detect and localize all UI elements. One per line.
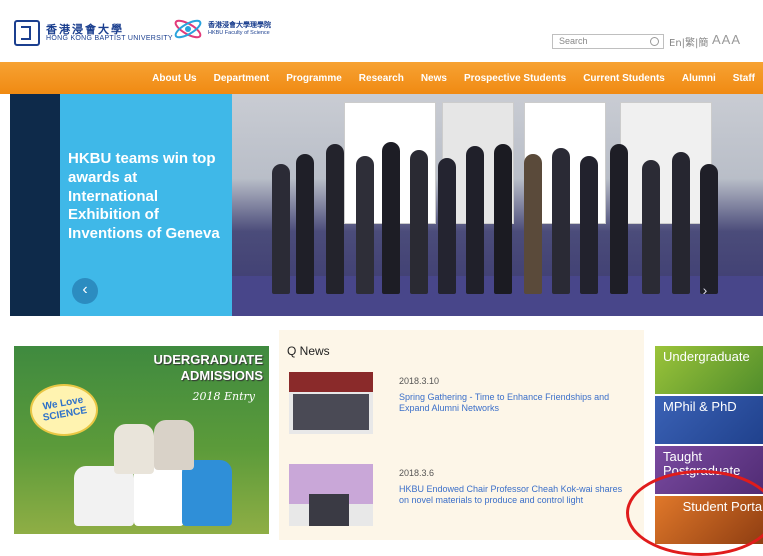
news-item[interactable]: 2018.3.10 Spring Gathering - Time to Enh…	[289, 372, 634, 436]
nav-research[interactable]: Research	[359, 73, 404, 84]
highlight-annotation	[626, 470, 763, 556]
hero-photo	[232, 94, 763, 316]
admissions-title-line1: UDERGRADUATE	[153, 352, 263, 367]
nav-about-us[interactable]: About Us	[152, 73, 196, 84]
hkbu-logo-en: HONG KONG BAPTIST UNIVERSITY	[46, 35, 173, 43]
main-nav: About Us Department Programme Research N…	[0, 62, 763, 94]
news-thumbnail[interactable]	[289, 464, 373, 526]
news-thumbnail[interactable]	[289, 372, 373, 434]
nav-current-students[interactable]: Current Students	[583, 73, 665, 84]
chevron-right-icon[interactable]: ›	[695, 280, 715, 300]
search-placeholder: Search	[559, 36, 588, 46]
sci-logo-cn: 香港浸會大學理學院	[208, 21, 271, 30]
hero-caption[interactable]: HKBU teams win top awards at Internation…	[68, 150, 230, 244]
hkbu-logo-cn: 香港浸會大學	[46, 22, 124, 36]
news-panel: Q News 2018.3.10 Spring Gathering - Time…	[279, 330, 644, 540]
hkbu-logo[interactable]: 香港浸會大學 HONG KONG BAPTIST UNIVERSITY	[14, 20, 173, 46]
nav-staff[interactable]: Staff	[733, 73, 755, 84]
nav-prospective-students[interactable]: Prospective Students	[464, 73, 566, 84]
tile-mphil-phd[interactable]: MPhil & PhD	[655, 396, 763, 444]
nav-programme[interactable]: Programme	[286, 73, 342, 84]
nav-news[interactable]: News	[421, 73, 447, 84]
admissions-title-line2: ADMISSIONS	[180, 367, 263, 383]
font-size-control[interactable]: AAA	[712, 32, 741, 47]
sci-logo-en: HKBU Faculty of Science	[208, 29, 270, 36]
language-switcher[interactable]: En|繁|簡	[669, 34, 708, 49]
tile-undergraduate[interactable]: Undergraduate	[655, 346, 763, 394]
faculty-of-science-logo[interactable]: 香港浸會大學理學院 HKBU Faculty of Science	[172, 14, 271, 44]
news-date: 2018.3.10	[399, 376, 440, 386]
nav-alumni[interactable]: Alumni	[682, 73, 716, 84]
news-title-link[interactable]: Spring Gathering - Time to Enhance Frien…	[399, 392, 634, 414]
search-icon[interactable]	[650, 37, 659, 46]
chevron-left-icon[interactable]: ‹	[72, 278, 98, 304]
news-heading[interactable]: Q News	[287, 344, 330, 358]
admissions-banner[interactable]: UDERGRADUATE ADMISSIONS 2018 Entry We Lo…	[14, 346, 269, 534]
hero-carousel[interactable]: HKBU teams win top awards at Internation…	[10, 94, 763, 316]
search-input[interactable]: Search	[552, 34, 664, 49]
news-item[interactable]: 2018.3.6 HKBU Endowed Chair Professor Ch…	[289, 464, 634, 528]
header: 香港浸會大學 HONG KONG BAPTIST UNIVERSITY 香港浸會…	[0, 0, 763, 62]
atom-icon	[174, 19, 202, 39]
news-date: 2018.3.6	[399, 468, 435, 478]
admissions-subtitle: 2018 Entry	[192, 390, 256, 403]
hkbu-logo-icon	[14, 20, 40, 46]
news-title-link[interactable]: HKBU Endowed Chair Professor Cheah Kok-w…	[399, 484, 634, 506]
nav-department[interactable]: Department	[214, 73, 270, 84]
